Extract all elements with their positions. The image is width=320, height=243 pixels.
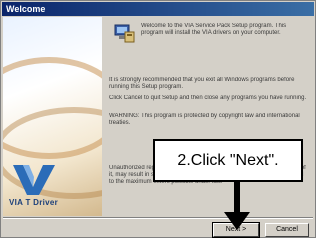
- wizard-side-image: VIA T Driver: [3, 17, 102, 216]
- setup-dialog: Welcome VIA T Driver Welcome to the VIA …: [0, 0, 316, 238]
- button-separator: [3, 217, 313, 219]
- via-logo-icon: [13, 165, 55, 195]
- arrow-down-icon: [224, 182, 250, 230]
- cancel-button[interactable]: Cancel: [265, 223, 309, 237]
- logo-caption: VIA T Driver: [9, 198, 59, 207]
- welcome-paragraph: Welcome to the VIA Service Pack Setup pr…: [141, 23, 287, 36]
- cancel-info-paragraph: Click Cancel to quit Setup and then clos…: [109, 95, 307, 101]
- exit-programs-paragraph: It is strongly recommended that you exit…: [109, 77, 295, 90]
- setup-computer-icon: [114, 24, 135, 43]
- warning-paragraph: WARNING: This program is protected by co…: [109, 113, 300, 126]
- via-logo: VIA T Driver: [7, 165, 99, 213]
- instruction-callout: 2.Click "Next".: [153, 139, 303, 182]
- welcome-content: Welcome to the VIA Service Pack Setup pr…: [105, 17, 311, 215]
- dialog-title: Welcome: [2, 2, 314, 16]
